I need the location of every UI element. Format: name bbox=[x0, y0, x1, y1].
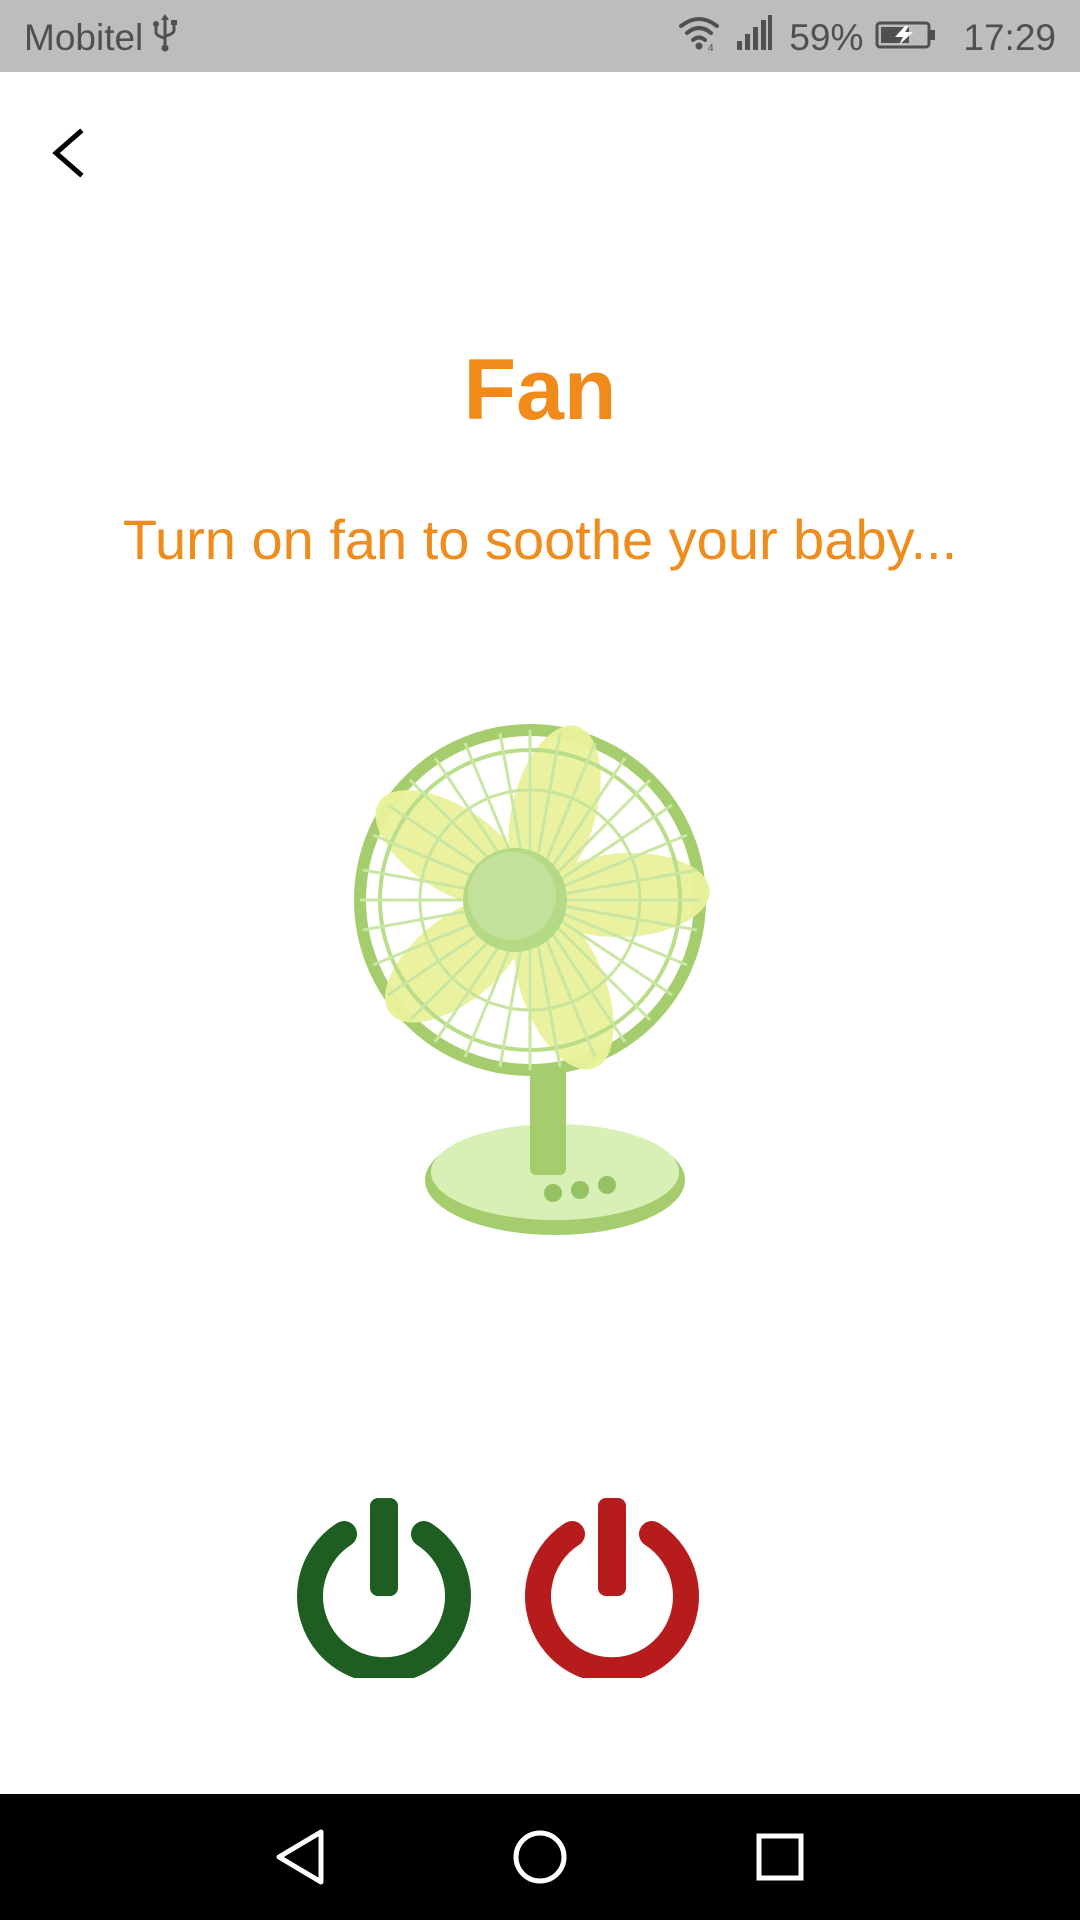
recents-square-icon bbox=[756, 1833, 804, 1881]
power-icon bbox=[297, 1498, 471, 1684]
clock: 17:29 bbox=[963, 16, 1056, 58]
status-bar: Mobitel 4 59% 17:29 bbox=[0, 0, 1080, 72]
status-right: 4 59% 17:29 bbox=[677, 14, 1056, 61]
status-left: Mobitel bbox=[24, 14, 179, 61]
wifi-icon: 4 bbox=[677, 14, 721, 61]
battery-charging-icon bbox=[875, 17, 937, 59]
nav-back-button[interactable] bbox=[265, 1822, 335, 1892]
usb-icon bbox=[151, 14, 179, 61]
nav-home-button[interactable] bbox=[505, 1822, 575, 1892]
power-off-button[interactable] bbox=[520, 1494, 704, 1684]
back-triangle-icon bbox=[276, 1829, 324, 1885]
home-circle-icon bbox=[513, 1830, 567, 1884]
svg-text:4: 4 bbox=[708, 43, 714, 52]
nav-recents-button[interactable] bbox=[745, 1822, 815, 1892]
power-icon bbox=[525, 1498, 699, 1684]
page-subtitle: Turn on fan to soothe your baby... bbox=[122, 508, 958, 571]
chevron-left-icon bbox=[52, 128, 84, 178]
carrier-name: Mobitel bbox=[24, 16, 144, 58]
fan-illustration bbox=[350, 700, 720, 1245]
system-nav-bar bbox=[0, 1794, 1080, 1920]
battery-percent: 59% bbox=[789, 16, 864, 58]
power-on-button[interactable] bbox=[292, 1494, 476, 1684]
page-title: Fan bbox=[463, 342, 617, 438]
signal-icon bbox=[735, 15, 773, 60]
back-button[interactable] bbox=[36, 120, 102, 186]
fan-screen: Mobitel 4 59% 17:29 Fan Turn on fan to s… bbox=[0, 0, 1080, 1920]
